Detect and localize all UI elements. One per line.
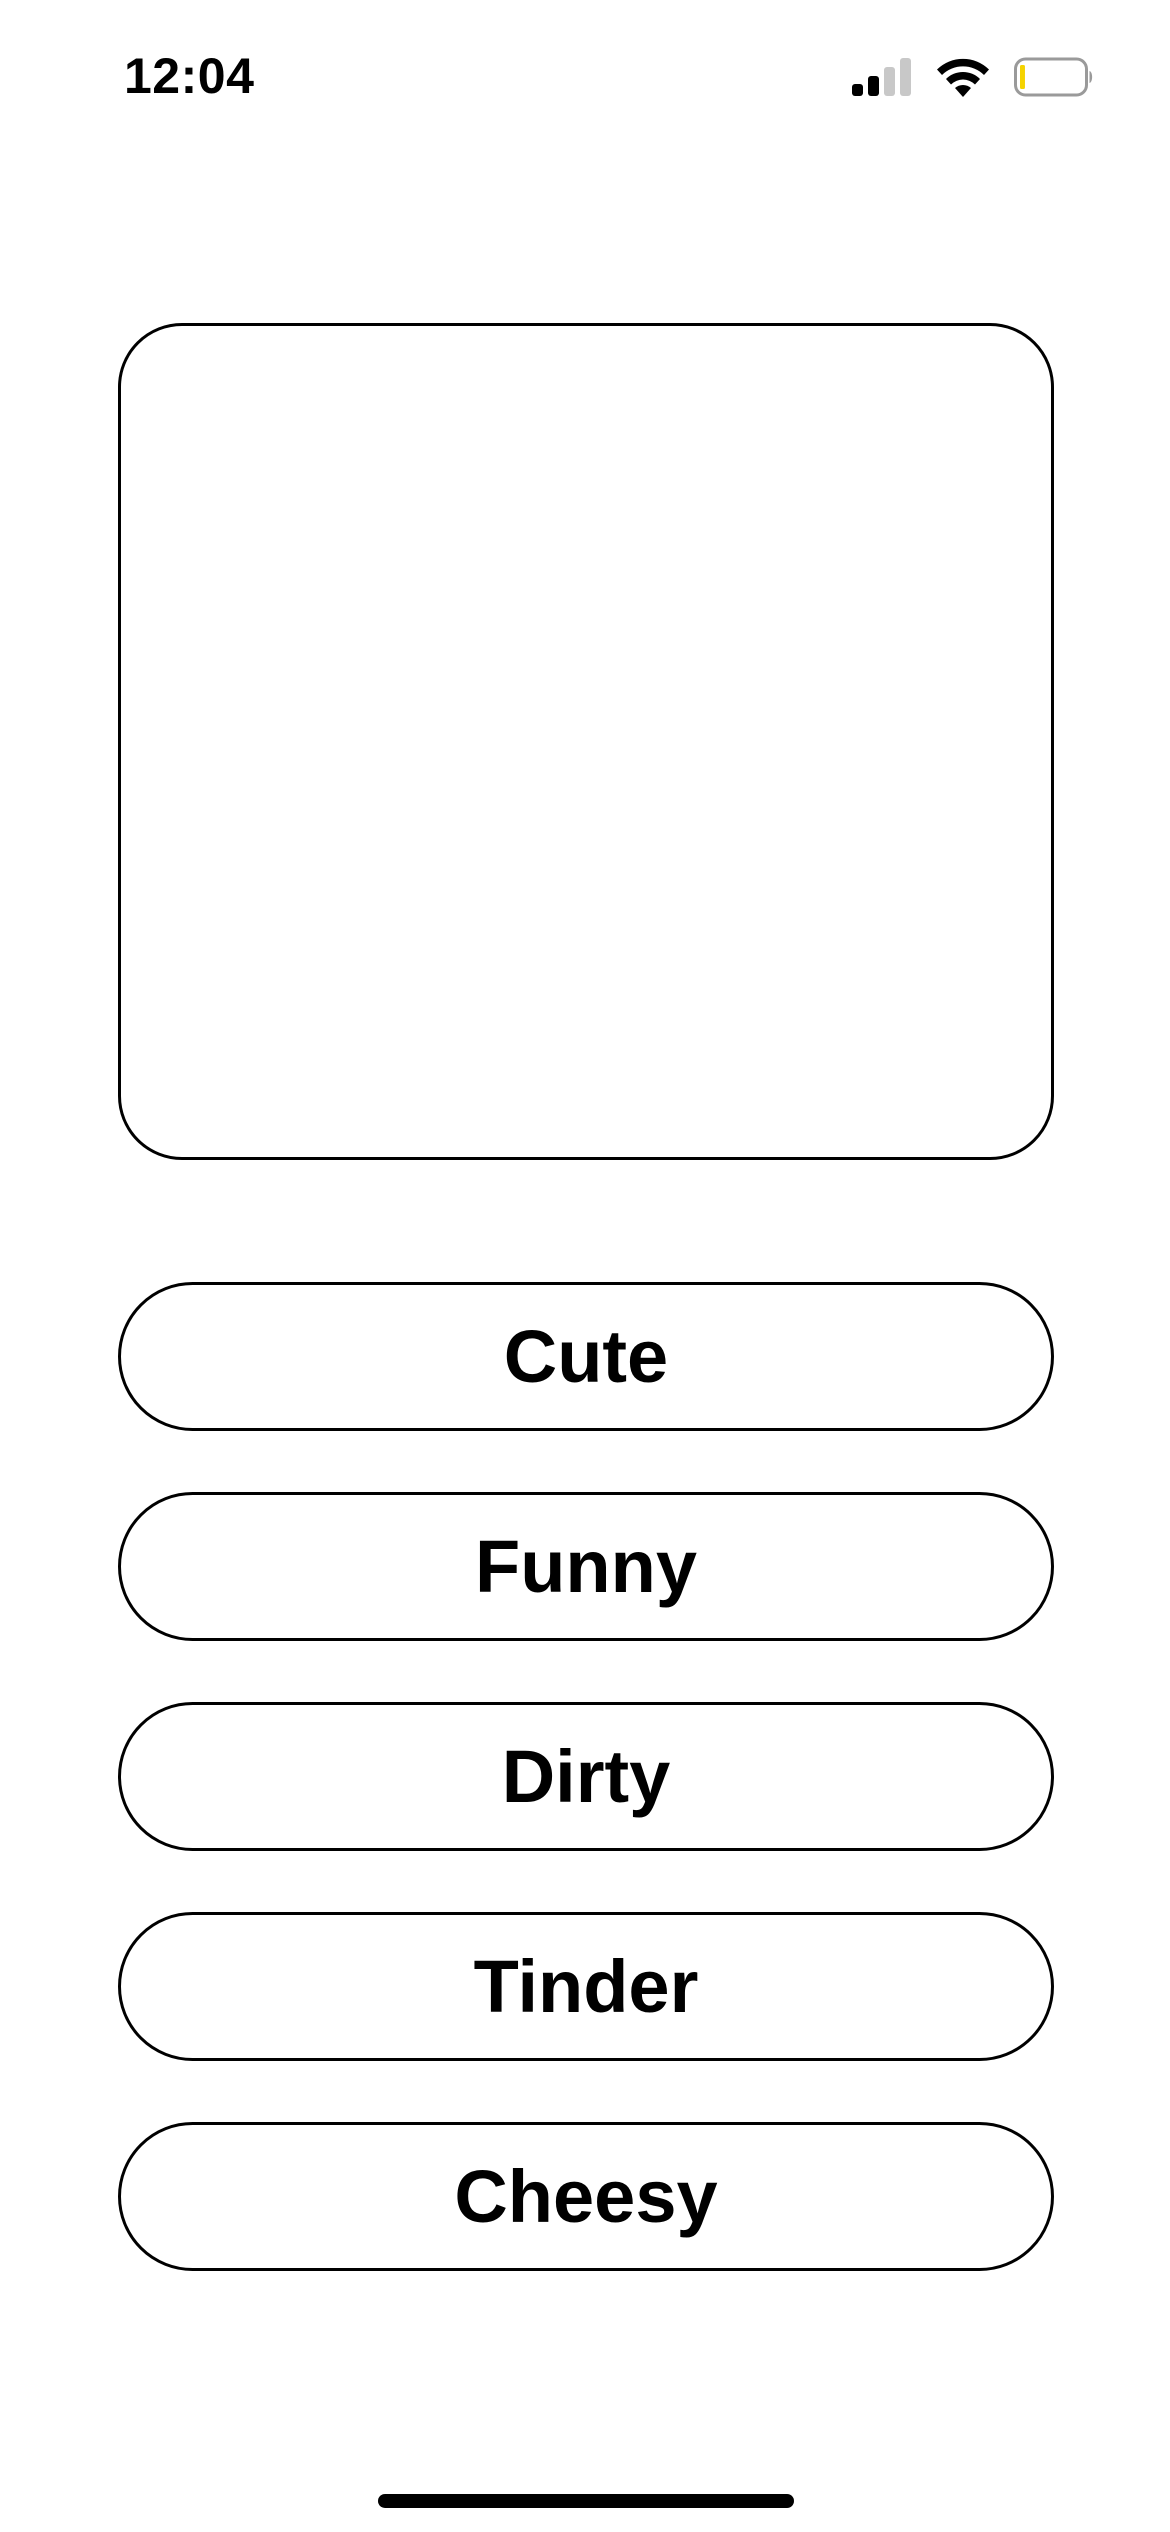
funny-button[interactable]: Funny [118,1492,1054,1641]
dirty-button[interactable]: Dirty [118,1702,1054,1851]
content-card [118,323,1054,1160]
status-bar: 12:04 [0,0,1170,150]
battery-icon [1014,57,1093,97]
cheesy-button[interactable]: Cheesy [118,2122,1054,2271]
options-list: Cute Funny Dirty Tinder Cheesy [118,1282,1054,2332]
wifi-icon [937,58,989,97]
cute-button[interactable]: Cute [118,1282,1054,1431]
tinder-button[interactable]: Tinder [118,1912,1054,2061]
home-indicator[interactable] [378,2494,794,2508]
status-icons [852,54,1094,100]
cellular-signal-icon [852,58,911,96]
status-time: 12:04 [124,48,255,104]
